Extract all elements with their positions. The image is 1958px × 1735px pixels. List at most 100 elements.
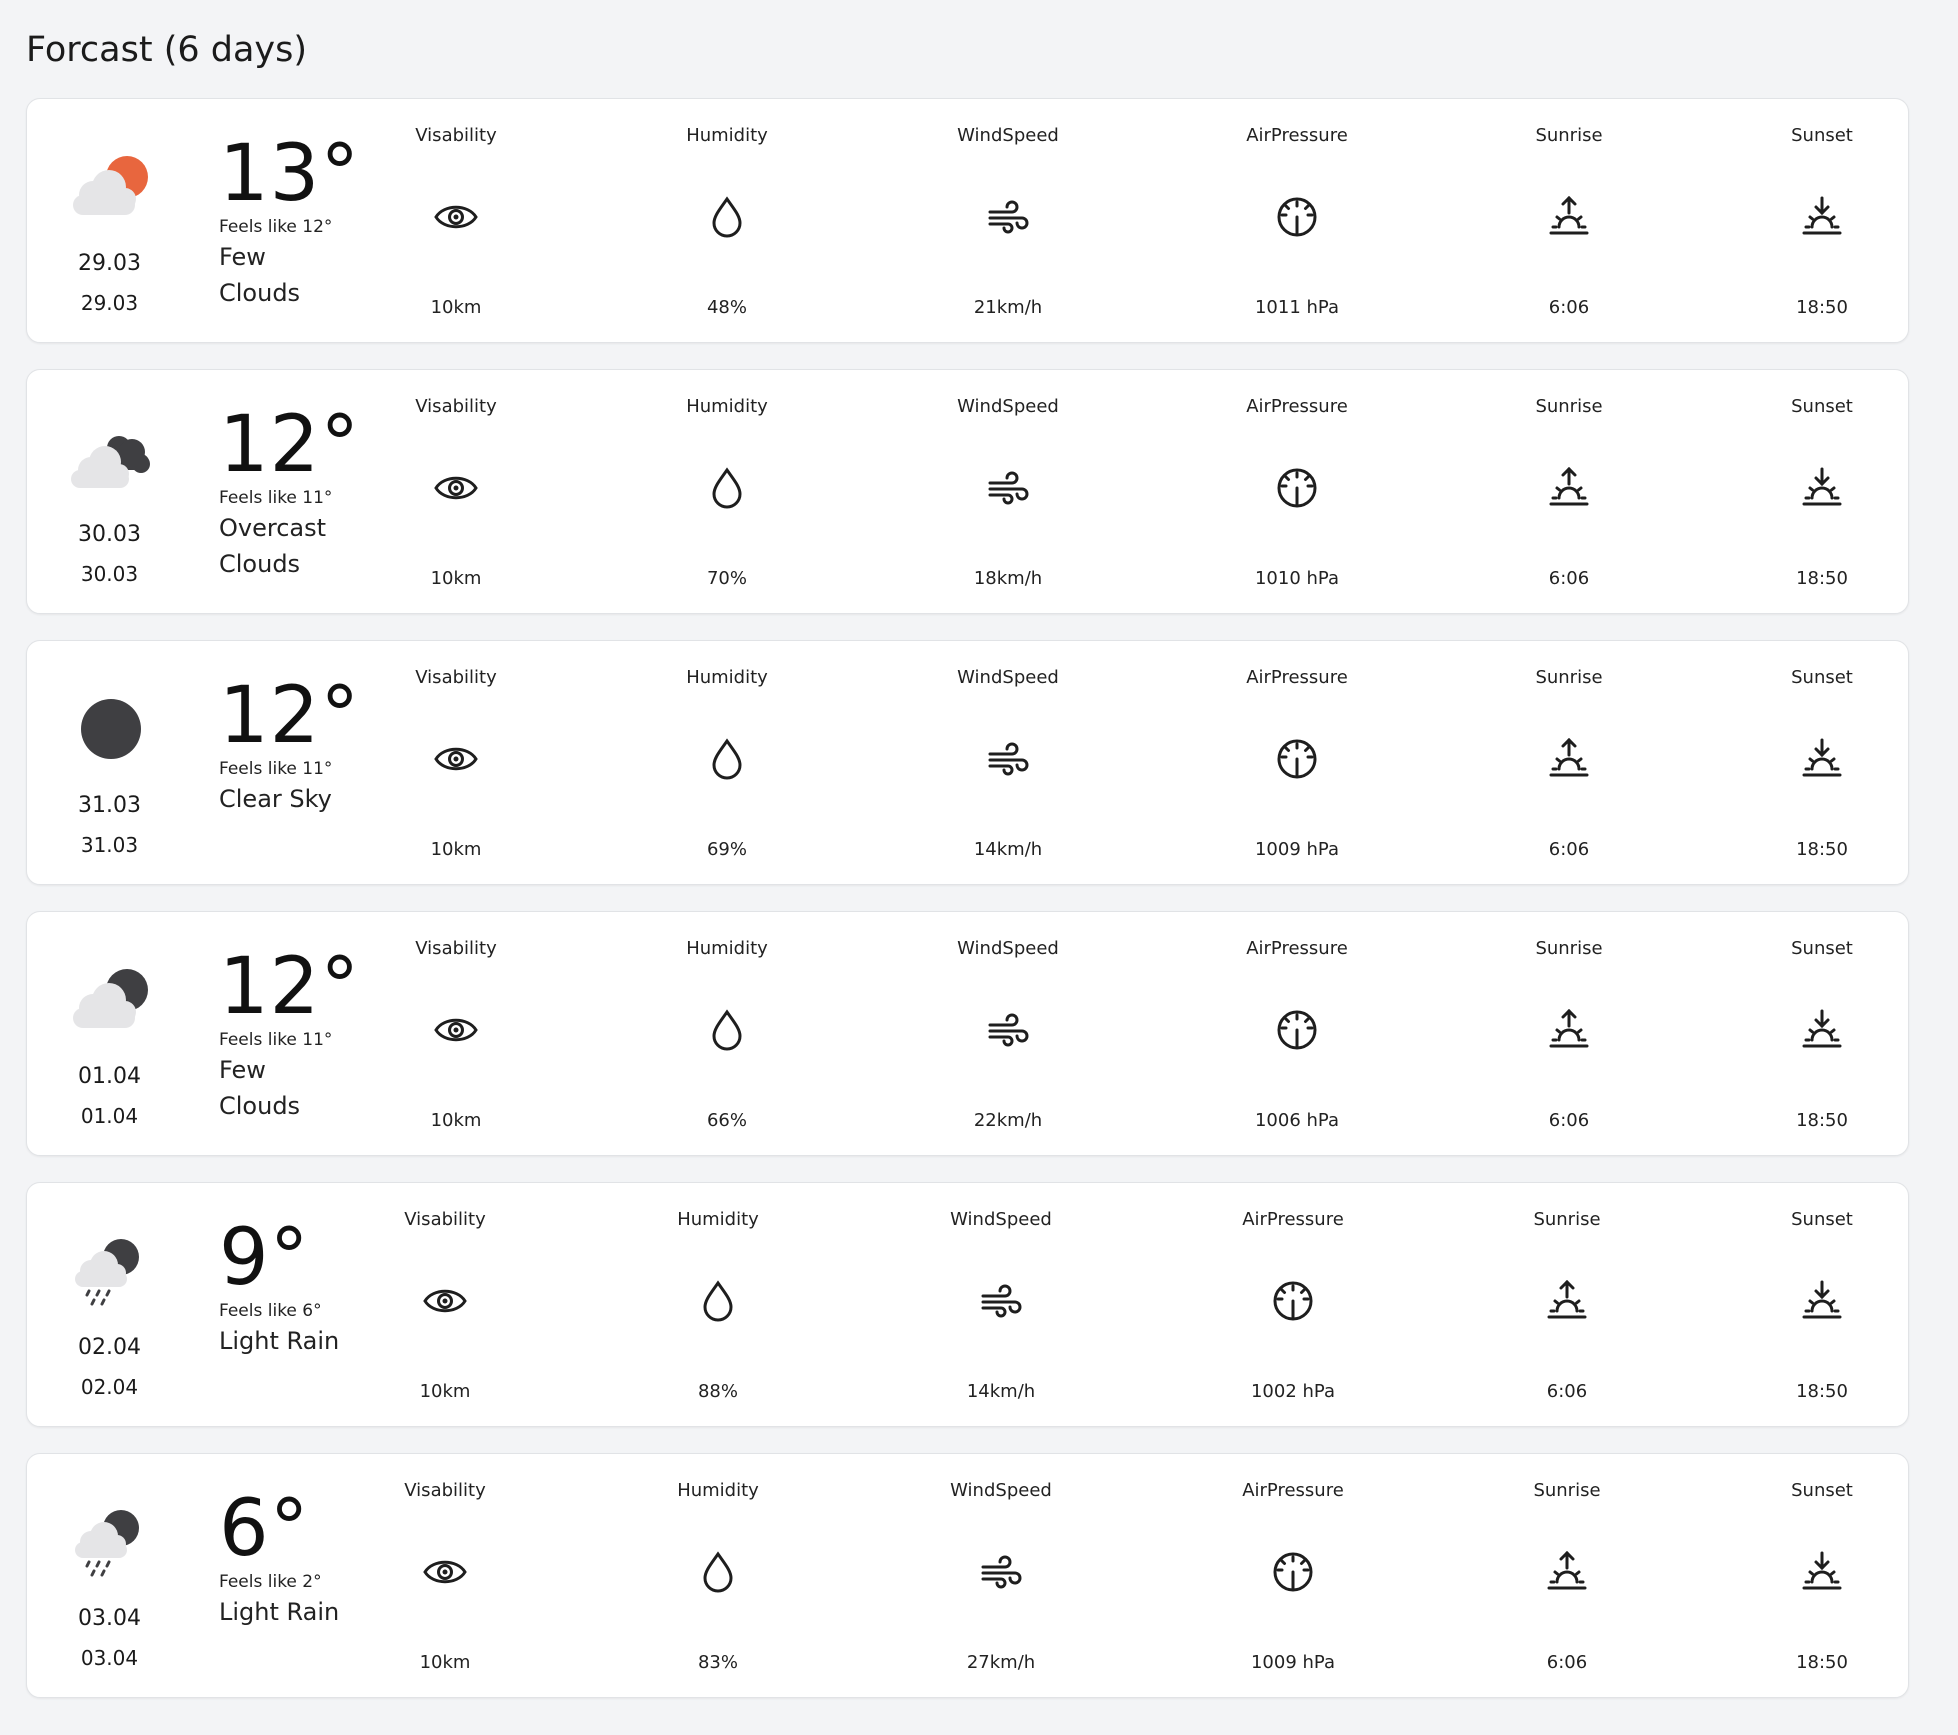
few-clouds-night-icon — [69, 964, 153, 1040]
stat-label: Visability — [415, 938, 497, 959]
wind-icon — [986, 1008, 1030, 1052]
stat-humidity: Humidity 66% — [637, 912, 817, 1155]
stat-sunset: Sunset 18:50 — [1732, 912, 1912, 1155]
date-primary: 03.04 — [78, 1606, 141, 1631]
eye-icon — [423, 1550, 467, 1594]
stat-label: Sunrise — [1535, 396, 1603, 417]
stat-value: 1002 hPa — [1250, 1381, 1335, 1402]
stat-value: 6:06 — [1548, 568, 1590, 589]
stat-value: 83% — [697, 1652, 738, 1673]
sunset-icon — [1800, 1550, 1844, 1594]
stat-value: 18:50 — [1796, 297, 1848, 318]
stat-value: 22km/h — [973, 1110, 1043, 1131]
stat-humidity: Humidity 88% — [628, 1183, 808, 1426]
stat-value: 6:06 — [1546, 1381, 1588, 1402]
stat-value: 6:06 — [1548, 839, 1590, 860]
stat-label: Visability — [415, 667, 497, 688]
droplet-icon — [705, 195, 749, 239]
day-summary: 03.04 03.04 — [27, 1454, 192, 1697]
stat-label: Sunset — [1791, 938, 1853, 959]
eye-icon — [434, 466, 478, 510]
forecast-day-card: 30.03 30.03 12° Feels like 11° Overcast Clou… — [26, 369, 1909, 614]
sunrise-icon — [1547, 466, 1591, 510]
stat-label: Sunrise — [1535, 938, 1603, 959]
stat-value: 1009 hPa — [1250, 1652, 1335, 1673]
droplet-icon — [696, 1550, 740, 1594]
sunset-icon — [1800, 1279, 1844, 1323]
date-secondary: 02.04 — [80, 1375, 139, 1399]
sunset-icon — [1800, 195, 1844, 239]
stat-value: 14km/h — [973, 839, 1043, 860]
sunrise-icon — [1545, 1550, 1589, 1594]
stat-visibility: Visability 10km — [366, 912, 546, 1155]
stat-visibility: Visability 10km — [366, 641, 546, 884]
date-secondary: 29.03 — [80, 291, 139, 315]
eye-icon — [434, 195, 478, 239]
droplet-icon — [705, 466, 749, 510]
stat-label: Sunrise — [1535, 667, 1603, 688]
light-rain-night-icon — [69, 1506, 153, 1582]
stat-label: Visability — [404, 1209, 486, 1230]
stat-wind: WindSpeed 27km/h — [911, 1454, 1091, 1697]
day-summary: 29.03 29.03 — [27, 99, 192, 342]
forecast-day-card: 31.03 31.03 12° Feels like 11° Clear Sky Visa… — [26, 640, 1909, 885]
page-title: Forcast (6 days) — [26, 30, 308, 70]
stat-label: WindSpeed — [950, 1209, 1052, 1230]
stat-sunset: Sunset 18:50 — [1732, 1454, 1912, 1697]
stat-label: Humidity — [686, 125, 768, 146]
stat-label: Sunrise — [1533, 1480, 1601, 1501]
stat-wind: WindSpeed 21km/h — [918, 99, 1098, 342]
few-clouds-day-icon — [69, 151, 153, 227]
eye-icon — [434, 1008, 478, 1052]
wind-icon — [986, 737, 1030, 781]
stat-pressure: AirPressure 1009 hPa — [1203, 1454, 1383, 1697]
stat-label: WindSpeed — [957, 125, 1059, 146]
day-summary: 31.03 31.03 — [27, 641, 192, 884]
forecast-day-card: 01.04 01.04 12° Feels like 11° Few Clouds Vis… — [26, 911, 1909, 1156]
sunrise-icon — [1547, 737, 1591, 781]
stat-label: AirPressure — [1246, 667, 1348, 688]
condition-description: Light Rain — [219, 1327, 340, 1355]
wind-icon — [979, 1550, 1023, 1594]
stat-visibility: Visability 10km — [366, 370, 546, 613]
droplet-icon — [705, 737, 749, 781]
stat-label: AirPressure — [1246, 396, 1348, 417]
stat-sunrise: Sunrise 6:06 — [1477, 1454, 1657, 1697]
stat-value: 1006 hPa — [1254, 1110, 1339, 1131]
stat-value: 18:50 — [1796, 1652, 1848, 1673]
stat-label: AirPressure — [1246, 938, 1348, 959]
stat-value: 66% — [706, 1110, 747, 1131]
stat-pressure: AirPressure 1002 hPa — [1203, 1183, 1383, 1426]
stat-humidity: Humidity 48% — [637, 99, 817, 342]
stat-pressure: AirPressure 1009 hPa — [1207, 641, 1387, 884]
date-secondary: 03.04 — [80, 1646, 139, 1670]
sunset-icon — [1800, 466, 1844, 510]
overcast-clouds-icon — [69, 422, 153, 498]
stat-label: WindSpeed — [950, 1480, 1052, 1501]
stat-label: Sunset — [1791, 667, 1853, 688]
stat-pressure: AirPressure 1010 hPa — [1207, 370, 1387, 613]
gauge-icon — [1275, 1008, 1319, 1052]
stat-label: AirPressure — [1242, 1480, 1344, 1501]
stat-value: 10km — [430, 1110, 482, 1131]
sunrise-icon — [1545, 1279, 1589, 1323]
droplet-icon — [705, 1008, 749, 1052]
stat-value: 1011 hPa — [1254, 297, 1339, 318]
stat-wind: WindSpeed 14km/h — [911, 1183, 1091, 1426]
stat-label: AirPressure — [1242, 1209, 1344, 1230]
forecast-day-card: 03.04 03.04 6° Feels like 2° Light Rain Visab… — [26, 1453, 1909, 1698]
stat-visibility: Visability 10km — [355, 1183, 535, 1426]
stat-value: 70% — [706, 568, 747, 589]
wind-icon — [986, 195, 1030, 239]
date-primary: 31.03 — [78, 793, 141, 818]
stat-label: Visability — [404, 1480, 486, 1501]
stat-value: 1009 hPa — [1254, 839, 1339, 860]
stat-label: Sunset — [1791, 1480, 1853, 1501]
date-primary: 01.04 — [78, 1064, 141, 1089]
date-primary: 30.03 — [78, 522, 141, 547]
gauge-icon — [1275, 195, 1319, 239]
stat-value: 14km/h — [966, 1381, 1036, 1402]
gauge-icon — [1275, 466, 1319, 510]
stat-value: 18:50 — [1796, 1381, 1848, 1402]
stat-wind: WindSpeed 18km/h — [918, 370, 1098, 613]
